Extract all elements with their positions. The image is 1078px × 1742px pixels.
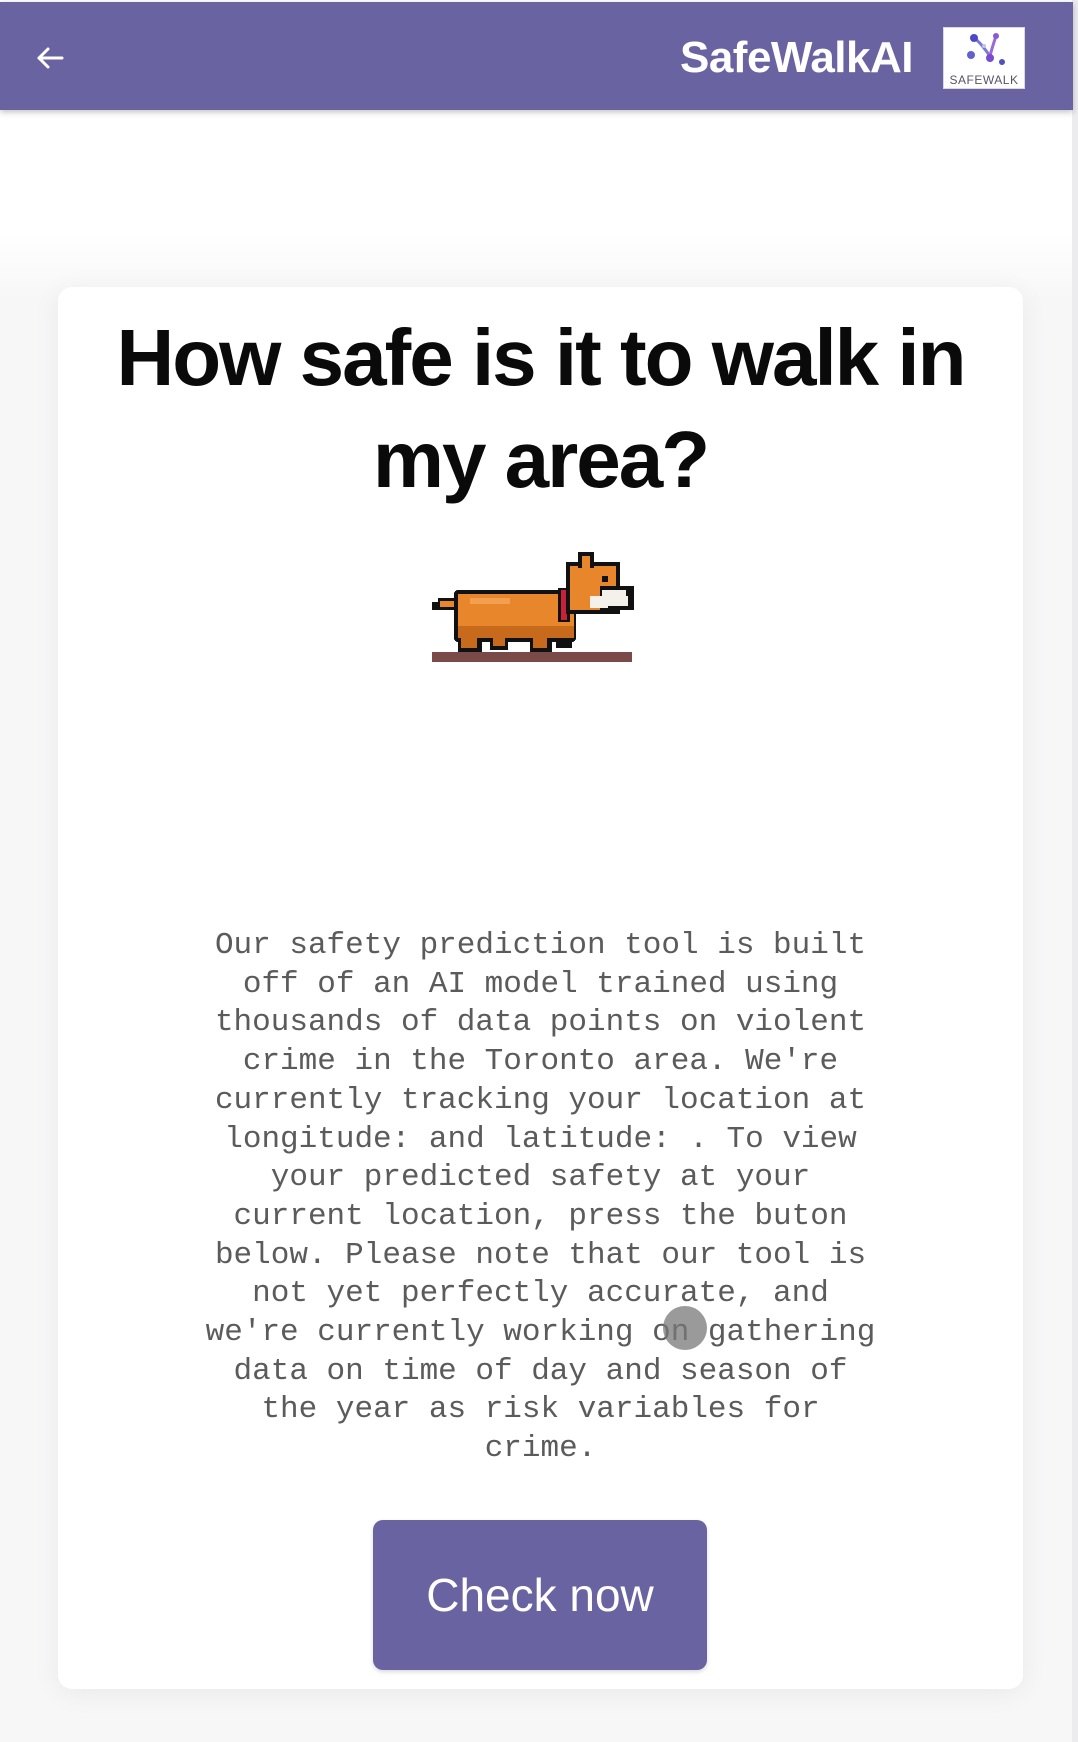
scroll-edge: [1072, 0, 1078, 1742]
back-button[interactable]: [30, 38, 70, 78]
logo-text: SAFEWALK: [949, 73, 1019, 87]
app-bar: SafeWalkAI SAFEWALK: [0, 2, 1073, 110]
app-title: SafeWalkAI: [679, 33, 914, 82]
check-now-button[interactable]: Check now: [373, 1520, 707, 1670]
arrow-left-icon: [37, 47, 64, 69]
app-logo: SAFEWALK: [943, 27, 1025, 89]
tool-description: Our safety prediction tool is built off …: [205, 928, 876, 1467]
touch-indicator: [663, 1306, 707, 1350]
content-card: How safe is it to walk in my area? Our s…: [58, 287, 1023, 1689]
logo-mark-icon: [967, 33, 1005, 65]
pixel-dog-walking-icon: [432, 552, 634, 662]
page-title: How safe is it to walk in my area?: [116, 313, 967, 504]
